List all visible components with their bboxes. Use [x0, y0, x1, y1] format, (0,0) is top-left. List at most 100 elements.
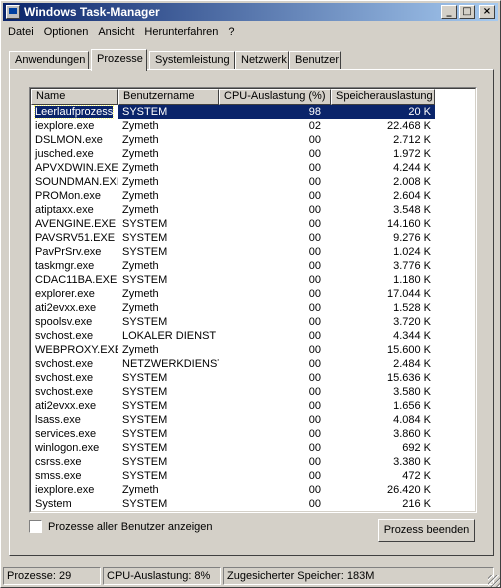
process-name: smss.exe [35, 470, 82, 482]
process-memory: 3.860 K [393, 428, 431, 440]
process-user: Zymeth [122, 162, 159, 174]
process-row[interactable]: iexplore.exe Zymeth 00 26.420 K [31, 483, 435, 497]
processes-panel: Name Benutzername CPU-Auslastung (%) Spe… [9, 69, 494, 556]
process-cpu: 00 [308, 274, 321, 286]
process-memory: 14.160 K [386, 218, 431, 230]
process-row[interactable]: winlogon.exe SYSTEM 00 692 K [31, 441, 435, 455]
process-memory: 2.712 K [393, 134, 431, 146]
process-user: SYSTEM [122, 386, 168, 398]
process-name: DSLMON.exe [35, 134, 103, 146]
process-row[interactable]: SOUNDMAN.EXE Zymeth 00 2.008 K [31, 175, 435, 189]
process-cpu: 00 [308, 330, 321, 342]
process-row[interactable]: ati2evxx.exe SYSTEM 00 1.656 K [31, 399, 435, 413]
process-row[interactable]: DSLMON.exe Zymeth 00 2.712 K [31, 133, 435, 147]
close-button[interactable]: × [479, 5, 495, 19]
process-row[interactable]: iexplore.exe Zymeth 02 22.468 K [31, 119, 435, 133]
process-row[interactable]: CDAC11BA.EXE SYSTEM 00 1.180 K [31, 273, 435, 287]
process-user: Zymeth [122, 302, 159, 314]
process-user: Zymeth [122, 344, 159, 356]
menu-optionen[interactable]: Optionen [39, 26, 94, 38]
process-name: lsass.exe [35, 414, 81, 426]
process-user: Zymeth [122, 484, 159, 496]
process-name: ati2evxx.exe [35, 302, 97, 314]
process-name: svchost.exe [35, 358, 94, 370]
process-cpu: 00 [308, 176, 321, 188]
process-row[interactable]: WEBPROXY.EXE Zymeth 00 15.600 K [31, 343, 435, 357]
show-all-users-option[interactable]: Prozesse aller Benutzer anzeigen [29, 520, 212, 533]
process-row[interactable]: smss.exe SYSTEM 00 472 K [31, 469, 435, 483]
process-memory: 1.656 K [393, 400, 431, 412]
process-row[interactable]: svchost.exe SYSTEM 00 3.580 K [31, 385, 435, 399]
process-row[interactable]: spoolsv.exe SYSTEM 00 3.720 K [31, 315, 435, 329]
process-cpu: 00 [308, 442, 321, 454]
title-bar[interactable]: Windows Task-Manager _ □ × [3, 3, 498, 21]
process-row[interactable]: svchost.exe LOKALER DIENST 00 4.344 K [31, 329, 435, 343]
process-rows: Leerlaufprozess SYSTEM 98 20 Kiexplore.exe Z… [31, 105, 435, 511]
process-row[interactable]: explorer.exe Zymeth 00 17.044 K [31, 287, 435, 301]
process-row[interactable]: PROMon.exe Zymeth 00 2.604 K [31, 189, 435, 203]
menu-herunterfahren[interactable]: Herunterfahren [139, 26, 223, 38]
process-name: PROMon.exe [35, 190, 102, 202]
process-cpu: 00 [308, 358, 321, 370]
process-memory: 1.180 K [393, 274, 431, 286]
process-list[interactable]: Name Benutzername CPU-Auslastung (%) Spe… [29, 87, 477, 513]
process-row[interactable]: Leerlaufprozess SYSTEM 98 20 K [31, 105, 435, 119]
status-cpu-usage: CPU-Auslastung: 8% [103, 567, 221, 585]
process-user: SYSTEM [122, 372, 168, 384]
process-row[interactable]: PavPrSrv.exe SYSTEM 00 1.024 K [31, 245, 435, 259]
menu-help[interactable]: ? [223, 26, 239, 38]
process-cpu: 00 [308, 232, 321, 244]
process-row[interactable]: taskmgr.exe Zymeth 00 3.776 K [31, 259, 435, 273]
column-header-memory[interactable]: Speicherauslastung [331, 89, 435, 105]
process-name: atiptaxx.exe [35, 204, 94, 216]
minimize-button[interactable]: _ [441, 5, 457, 19]
process-cpu: 00 [308, 260, 321, 272]
process-row[interactable]: lsass.exe SYSTEM 00 4.084 K [31, 413, 435, 427]
process-cpu: 00 [308, 218, 321, 230]
process-name: explorer.exe [35, 288, 95, 300]
process-memory: 216 K [402, 498, 431, 510]
maximize-button[interactable]: □ [459, 5, 475, 19]
show-all-users-checkbox[interactable] [29, 520, 42, 533]
resize-grip[interactable] [488, 575, 500, 587]
process-row[interactable]: AVENGINE.EXE SYSTEM 00 14.160 K [31, 217, 435, 231]
process-name: CDAC11BA.EXE [35, 274, 118, 286]
tab-anwendungen[interactable]: Anwendungen [9, 51, 89, 70]
process-row[interactable]: ati2evxx.exe Zymeth 00 1.528 K [31, 301, 435, 315]
process-name: taskmgr.exe [35, 260, 95, 272]
process-user: NETZWERKDIENST [122, 358, 219, 370]
column-header-name[interactable]: Name [31, 89, 118, 105]
process-user: Zymeth [122, 190, 159, 202]
tab-benutzer[interactable]: Benutzer [289, 51, 341, 70]
task-manager-window: Windows Task-Manager _ □ × Datei Optione… [0, 0, 501, 588]
status-process-count: Prozesse: 29 [3, 567, 101, 585]
process-cpu: 00 [308, 414, 321, 426]
process-user: LOKALER DIENST [122, 330, 217, 342]
process-row[interactable]: APVXDWIN.EXE Zymeth 00 4.244 K [31, 161, 435, 175]
tab-systemleistung[interactable]: Systemleistung [149, 51, 235, 70]
menu-datei[interactable]: Datei [3, 26, 39, 38]
process-row[interactable]: svchost.exe SYSTEM 00 15.636 K [31, 371, 435, 385]
process-memory: 3.548 K [393, 204, 431, 216]
process-cpu: 00 [308, 162, 321, 174]
process-memory: 3.380 K [393, 456, 431, 468]
process-row[interactable]: csrss.exe SYSTEM 00 3.380 K [31, 455, 435, 469]
menu-ansicht[interactable]: Ansicht [93, 26, 139, 38]
process-row[interactable]: services.exe SYSTEM 00 3.860 K [31, 427, 435, 441]
tab-prozesse[interactable]: Prozesse [91, 49, 147, 71]
process-row[interactable]: svchost.exe NETZWERKDIENST 00 2.484 K [31, 357, 435, 371]
column-header-cpu[interactable]: CPU-Auslastung (%) [219, 89, 331, 105]
process-cpu: 00 [308, 456, 321, 468]
process-row[interactable]: jusched.exe Zymeth 00 1.972 K [31, 147, 435, 161]
process-row[interactable]: System SYSTEM 00 216 K [31, 497, 435, 511]
process-name: services.exe [35, 428, 97, 440]
tab-netzwerk[interactable]: Netzwerk [235, 51, 289, 70]
process-row[interactable]: PAVSRV51.EXE SYSTEM 00 9.276 K [31, 231, 435, 245]
column-header-username[interactable]: Benutzername [118, 89, 219, 105]
process-memory: 1.024 K [393, 246, 431, 258]
process-cpu: 00 [308, 470, 321, 482]
process-row[interactable]: atiptaxx.exe Zymeth 00 3.548 K [31, 203, 435, 217]
process-user: SYSTEM [122, 498, 168, 510]
process-user: SYSTEM [122, 246, 168, 258]
end-process-button[interactable]: Prozess beenden [378, 519, 475, 542]
